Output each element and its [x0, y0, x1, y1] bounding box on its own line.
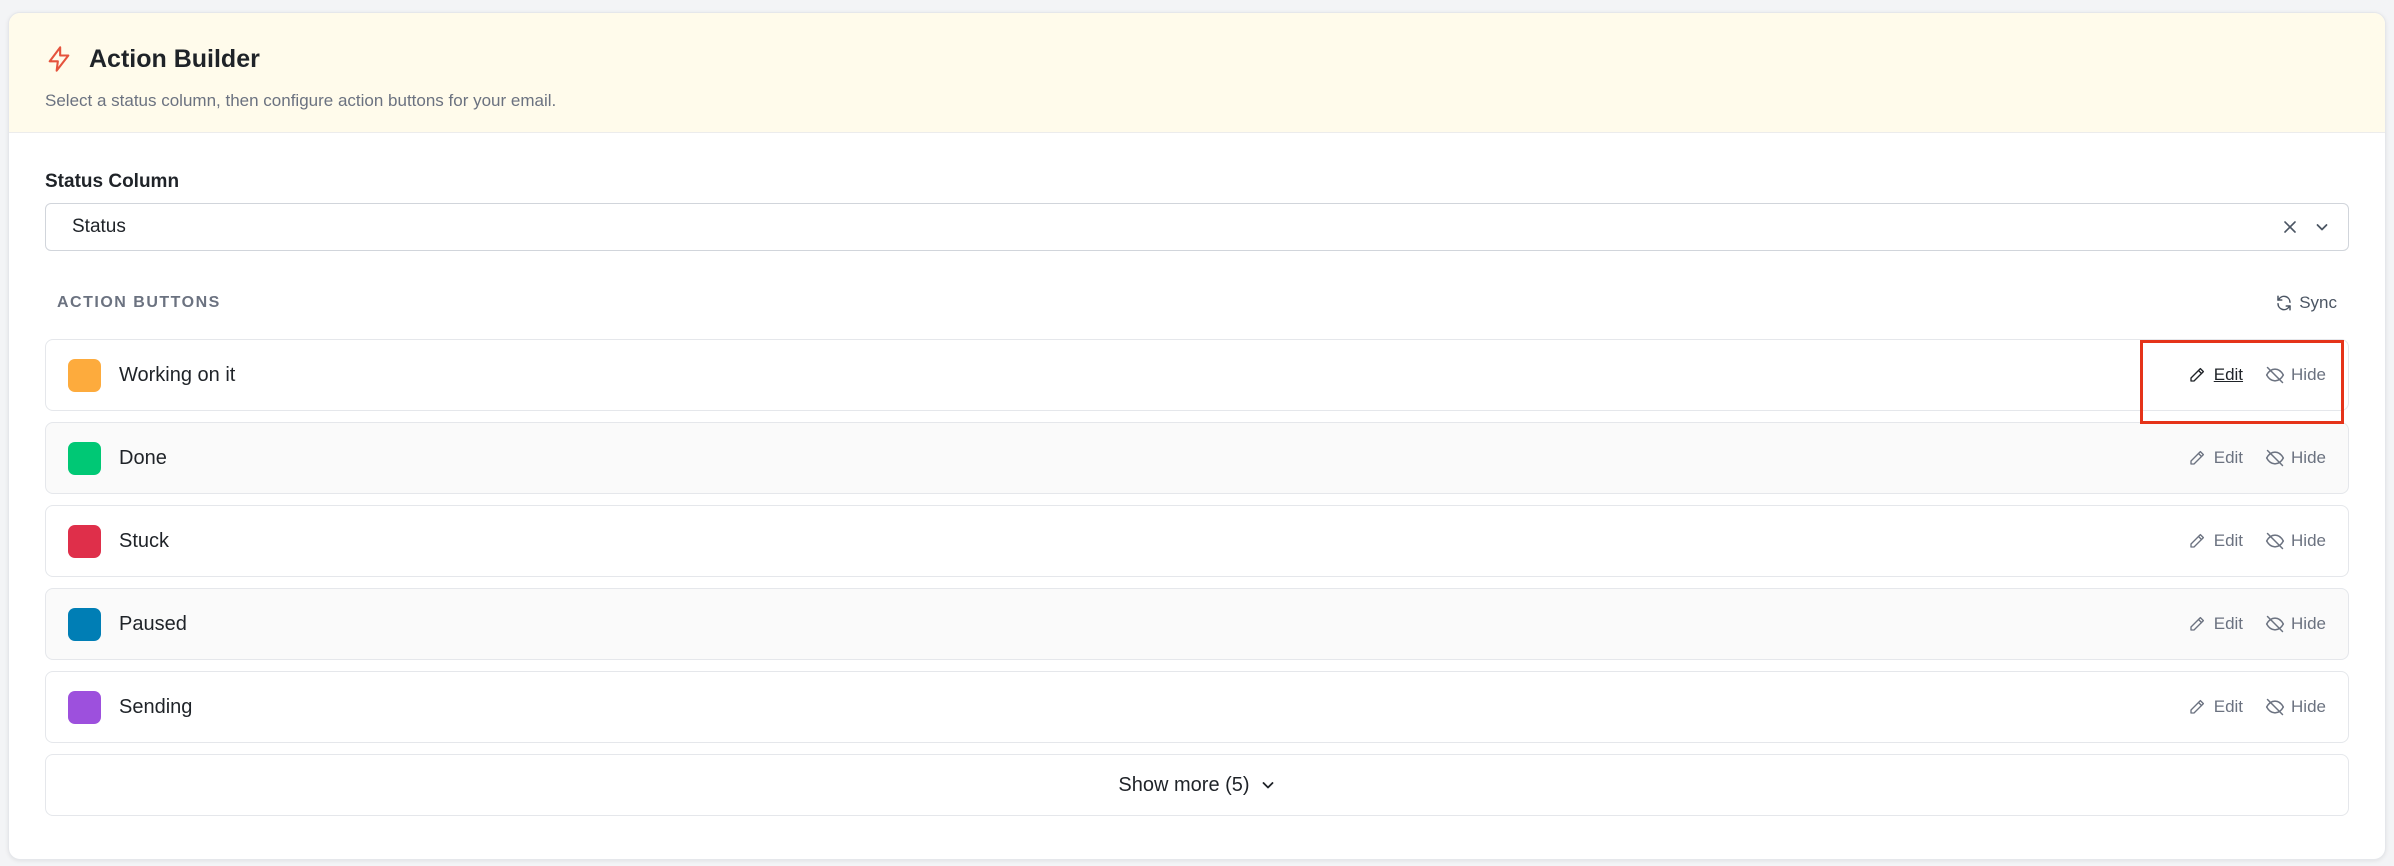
eye-off-icon — [2265, 614, 2285, 634]
chevron-down-icon[interactable] — [2306, 211, 2338, 243]
action-buttons-header: ACTION BUTTONS Sync — [45, 291, 2351, 315]
row-actions: Edit Hide — [2188, 614, 2326, 634]
action-buttons-title: ACTION BUTTONS — [57, 294, 221, 311]
eye-off-icon — [2265, 531, 2285, 551]
edit-button[interactable]: Edit — [2188, 365, 2243, 385]
chevron-down-icon — [1260, 777, 1276, 793]
hide-button[interactable]: Hide — [2265, 365, 2326, 385]
action-row-working-on-it: Working on it Edit Hide — [45, 339, 2349, 411]
hide-button[interactable]: Hide — [2265, 448, 2326, 468]
lightning-icon — [45, 44, 75, 74]
row-actions: Edit Hide — [2188, 365, 2326, 385]
row-actions: Edit Hide — [2188, 531, 2326, 551]
page-subtitle: Select a status column, then configure a… — [45, 91, 557, 110]
action-row-label: Working on it — [119, 363, 236, 386]
status-column-value: Status — [72, 216, 126, 237]
row-actions: Edit Hide — [2188, 697, 2326, 717]
hide-button[interactable]: Hide — [2265, 531, 2326, 551]
action-row-label: Stuck — [119, 529, 170, 552]
status-color-swatch — [68, 690, 101, 724]
action-row-label: Paused — [119, 612, 187, 635]
sync-button[interactable]: Sync — [2275, 293, 2337, 313]
status-color-swatch — [68, 524, 101, 558]
action-row-label: Done — [119, 446, 167, 469]
show-more-label: Show more (5) — [1118, 773, 1250, 796]
refresh-icon — [2275, 294, 2293, 312]
clear-icon[interactable] — [2274, 211, 2306, 243]
action-buttons-list: Working on it Edit Hide Done Edit Hide S… — [45, 339, 2351, 816]
status-color-swatch — [68, 607, 101, 641]
status-column-select[interactable]: Status — [45, 203, 2349, 251]
hide-button[interactable]: Hide — [2265, 614, 2326, 634]
pencil-icon — [2188, 365, 2208, 385]
card-header: Action Builder Select a status column, t… — [9, 13, 2385, 133]
action-row-sending: Sending Edit Hide — [45, 671, 2349, 743]
eye-off-icon — [2265, 448, 2285, 468]
action-row-stuck: Stuck Edit Hide — [45, 505, 2349, 577]
row-actions: Edit Hide — [2188, 448, 2326, 468]
status-color-swatch — [68, 358, 101, 392]
pencil-icon — [2188, 531, 2208, 551]
pencil-icon — [2188, 448, 2208, 468]
status-column-label: Status Column — [45, 171, 180, 192]
hide-button[interactable]: Hide — [2265, 697, 2326, 717]
card-body: Status Column Status ACTION BUTTONS Sync… — [9, 171, 2385, 816]
action-builder-card: Action Builder Select a status column, t… — [8, 12, 2386, 860]
edit-button[interactable]: Edit — [2188, 531, 2243, 551]
status-color-swatch — [68, 441, 101, 475]
page-title: Action Builder — [89, 44, 260, 73]
action-row-paused: Paused Edit Hide — [45, 588, 2349, 660]
sync-label: Sync — [2299, 293, 2337, 312]
edit-button[interactable]: Edit — [2188, 697, 2243, 717]
show-more-button[interactable]: Show more (5) — [45, 754, 2349, 816]
edit-button[interactable]: Edit — [2188, 614, 2243, 634]
action-row-done: Done Edit Hide — [45, 422, 2349, 494]
pencil-icon — [2188, 614, 2208, 634]
pencil-icon — [2188, 697, 2208, 717]
title-row: Action Builder — [45, 41, 2385, 77]
eye-off-icon — [2265, 365, 2285, 385]
edit-button[interactable]: Edit — [2188, 448, 2243, 468]
action-row-label: Sending — [119, 695, 193, 718]
eye-off-icon — [2265, 697, 2285, 717]
